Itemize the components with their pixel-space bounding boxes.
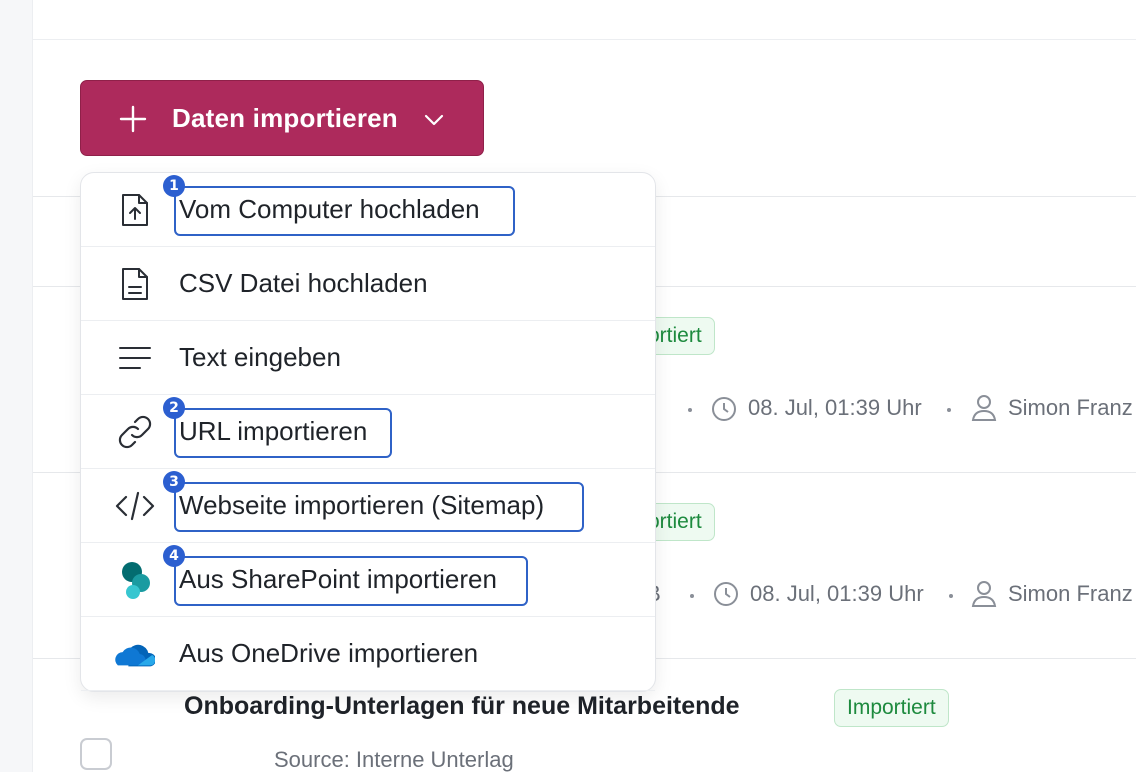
menu-item-csv-upload[interactable]: CSV Datei hochladen [81,247,655,321]
author[interactable]: Simon Franz [1008,395,1133,421]
import-data-button[interactable]: Daten importieren [80,80,484,156]
status-badge: Importiert [834,689,949,727]
menu-item-label: Vom Computer hochladen [179,194,480,224]
clock-icon [714,582,738,606]
sharepoint-icon [115,562,155,599]
timestamp: 08. Jul, 01:39 Uhr [748,395,922,420]
file-upload-icon [115,192,155,228]
menu-item-label: Text eingeben [179,342,341,372]
user-icon [971,581,997,607]
left-rail [0,0,33,772]
chevron-down-icon [424,114,444,126]
menu-item-onedrive-import[interactable]: Aus OneDrive importieren [81,617,655,691]
menu-item-label: URL importieren [179,416,368,446]
marker-badge: 2 [163,397,185,419]
menu-item-label: CSV Datei hochladen [179,268,428,298]
meta-separator [688,408,692,412]
import-dropdown-menu: Vom Computer hochladen CSV Datei hochlad… [80,172,656,692]
marker-badge: 1 [163,175,185,197]
menu-item-label: Webseite importieren (Sitemap) [179,490,545,520]
top-bar [33,0,1136,40]
menu-item-label: Aus OneDrive importieren [179,638,479,668]
author[interactable]: Simon Franz [1008,581,1133,607]
meta-separator [949,594,953,598]
row-title[interactable]: Onboarding-Unterlagen für neue Mitarbeit… [184,692,740,721]
link-icon [115,414,155,450]
document-icon [115,266,155,302]
text-lines-icon [115,340,155,376]
menu-item-label: Aus SharePoint importieren [179,564,497,594]
row-source: Source: Interne Unterlag [274,747,514,772]
clock-icon [712,397,736,421]
onedrive-icon [115,636,155,672]
marker-badge: 4 [163,545,185,567]
meta-separator [690,594,694,598]
user-icon [971,395,997,421]
meta-separator [947,408,951,412]
marker-badge: 3 [163,471,185,493]
plus-icon [119,105,147,133]
row-checkbox[interactable] [80,738,112,770]
import-button-label: Daten importieren [172,103,398,133]
code-icon [115,488,155,524]
timestamp: 08. Jul, 01:39 Uhr [750,581,924,606]
menu-item-text-input[interactable]: Text eingeben [81,321,655,395]
